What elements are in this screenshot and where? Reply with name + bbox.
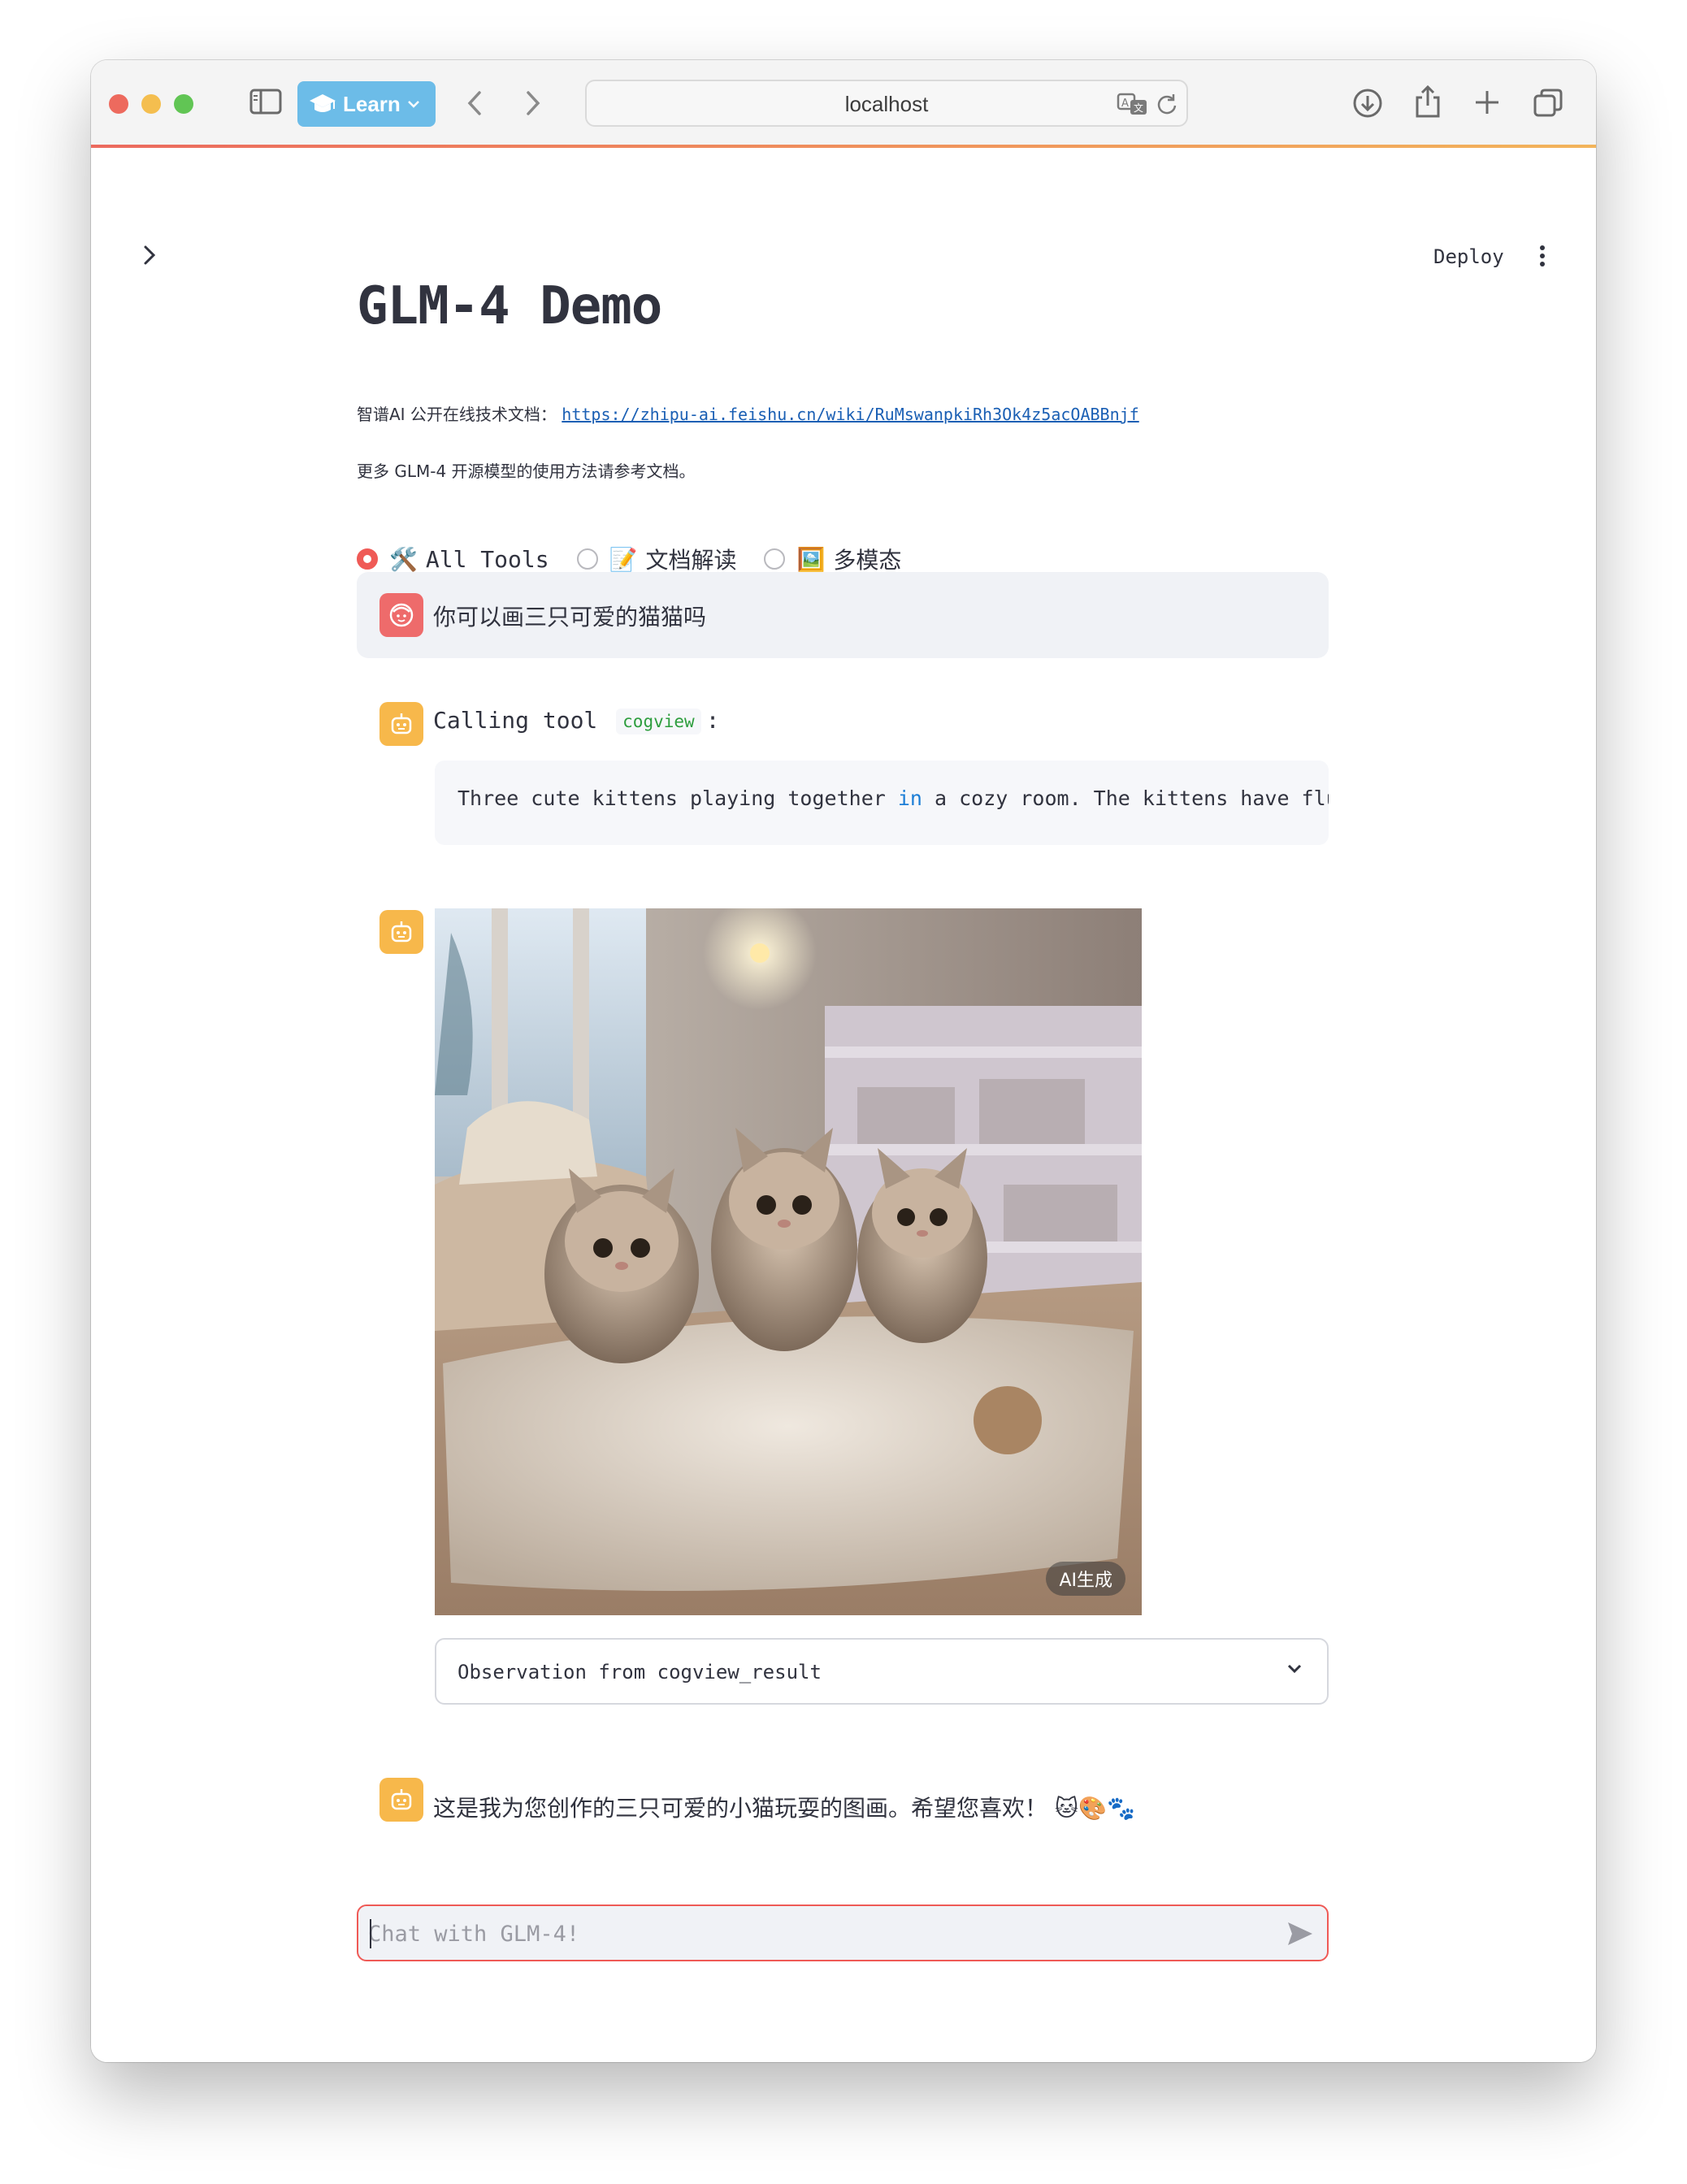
new-tab-icon[interactable]: [1474, 89, 1500, 119]
tool-name-badge: cogview: [616, 708, 701, 734]
maximize-window-button[interactable]: [174, 94, 193, 114]
tool-call-line: Calling tool cogview:: [433, 707, 720, 734]
radio-label-multimodal[interactable]: 🖼️ 多模态: [796, 543, 901, 575]
svg-text:文: 文: [1134, 102, 1143, 114]
cat-art-paw-emoji: 🐱🎨🐾: [1054, 1795, 1135, 1822]
observation-expander[interactable]: Observation from cogview_result: [435, 1638, 1329, 1705]
close-window-button[interactable]: [109, 94, 128, 114]
assistant-avatar-icon: [379, 1778, 423, 1822]
assistant-final-message: 这是我为您创作的三只可爱的小猫玩耍的图画。希望您喜欢！ 🐱🎨🐾: [433, 1795, 1135, 1822]
graduation-cap-icon: [309, 93, 336, 115]
sidebar-toggle-icon[interactable]: [249, 88, 282, 119]
radio-label-all-tools[interactable]: 🛠️ All Tools: [389, 546, 549, 573]
doc-prefix: 智谱AI 公开在线技术文档：: [357, 405, 557, 424]
tab-overview-icon[interactable]: [1533, 88, 1563, 122]
memo-icon: 📝: [609, 545, 638, 573]
radio-multimodal[interactable]: [764, 548, 786, 570]
tool-prompt-code-block[interactable]: Three cute kittens playing together in a…: [435, 760, 1329, 845]
browser-window: Learn localhost A文 Deploy GLM-4 Demo 智谱A…: [91, 60, 1596, 2062]
observation-label: Observation from cogview_result: [458, 1661, 822, 1684]
user-avatar-icon: [379, 593, 423, 637]
browser-toolbar: Learn localhost A文: [91, 60, 1596, 146]
share-icon[interactable]: [1414, 84, 1442, 122]
radio-all-tools[interactable]: [357, 548, 378, 570]
doc-link[interactable]: https://zhipu-ai.feishu.cn/wiki/RuMswanp…: [562, 405, 1138, 424]
minimize-window-button[interactable]: [141, 94, 161, 114]
learn-profile-button[interactable]: Learn: [297, 81, 436, 127]
chat-input-box[interactable]: [357, 1904, 1329, 1961]
ai-generated-badge: AI生成: [1046, 1562, 1125, 1596]
chevron-down-icon: [407, 100, 420, 108]
deploy-button[interactable]: Deploy: [1433, 245, 1504, 268]
forward-arrow-icon[interactable]: [523, 89, 541, 120]
chat-input[interactable]: [366, 1906, 1264, 1961]
learn-label: Learn: [343, 91, 401, 116]
assistant-avatar-icon: [379, 910, 423, 954]
more-menu-icon[interactable]: [1537, 244, 1547, 271]
picture-icon: 🖼️: [796, 545, 826, 573]
doc-note: 更多 GLM-4 开源模型的使用方法请参考文档。: [357, 462, 696, 481]
tool-prompt-code: Three cute kittens playing together in a…: [458, 786, 1329, 810]
translate-icon[interactable]: A文: [1117, 91, 1149, 120]
send-icon[interactable]: [1286, 1921, 1314, 1950]
generated-kittens-image[interactable]: AI生成: [435, 908, 1142, 1615]
tools-icon: 🛠️: [389, 545, 418, 573]
assistant-avatar-icon: [379, 702, 423, 746]
mode-radio-group: 🛠️ All Tools 📝 文档解读 🖼️ 多模态: [357, 543, 929, 575]
expand-sidebar-chevron-icon[interactable]: [141, 244, 158, 270]
page-title: GLM-4 Demo: [357, 276, 662, 336]
address-bar[interactable]: localhost A文: [585, 80, 1188, 127]
radio-doc-reading[interactable]: [576, 548, 598, 570]
svg-text:A: A: [1121, 98, 1129, 110]
text-caret: [370, 1919, 371, 1948]
doc-link-line: 智谱AI 公开在线技术文档： https://zhipu-ai.feishu.c…: [357, 401, 1139, 425]
address-text: localhost: [844, 92, 929, 116]
reload-icon[interactable]: [1156, 93, 1178, 119]
download-icon[interactable]: [1352, 88, 1383, 122]
back-arrow-icon[interactable]: [466, 89, 484, 120]
radio-label-doc-reading[interactable]: 📝 文档解读: [609, 543, 737, 575]
chevron-down-icon: [1286, 1662, 1303, 1678]
user-message-text: 你可以画三只可爱的猫猫吗: [433, 604, 707, 630]
